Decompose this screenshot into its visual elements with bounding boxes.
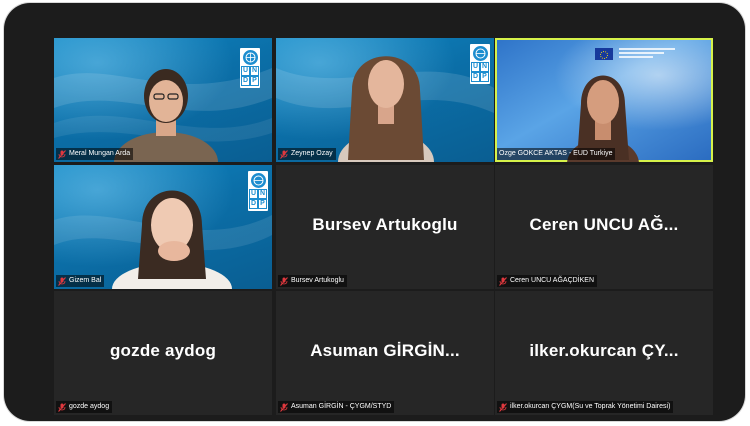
participant-tile-gozde[interactable]: gozde aydog gozde aydog — [54, 291, 272, 415]
participant-tile-ilker[interactable]: ilker.okurcan ÇY... ilker.okurcan ÇYGM(S… — [495, 291, 713, 415]
participant-name-label: Ceren UNCU AĞAÇDİKEN — [497, 275, 598, 287]
muted-microphone-icon — [58, 149, 66, 159]
participant-name-label: Gizem Bal — [56, 275, 105, 287]
participant-name-label: Bursev Artukoglu — [278, 275, 347, 287]
participant-display-name: Ceren UNCU AĞ... — [529, 215, 679, 234]
participant-name-label: Meral Mungan Arda — [56, 148, 134, 160]
meeting-window: UNDP Meral Mungan Arda UNDP Zeynep Ozay … — [4, 3, 745, 421]
participant-video — [112, 190, 232, 289]
participant-video — [114, 69, 218, 162]
participant-display-name: ilker.okurcan ÇY... — [529, 341, 679, 360]
participant-tile-ceren[interactable]: Ceren UNCU AĞ... Ceren UNCU AĞAÇDİKEN — [495, 165, 713, 289]
muted-microphone-icon — [58, 276, 66, 286]
un-emblem-icon — [242, 50, 258, 65]
participant-display-name: gozde aydog — [109, 341, 217, 360]
participant-name-label: Zeynep Ozay — [278, 148, 336, 160]
participant-tile-gizem[interactable]: UNDP Gizem Bal — [54, 165, 272, 289]
participant-name-label: ilker.okurcan ÇYGM(Su ve Toprak Yönetimi… — [497, 401, 674, 413]
participant-display-name: Bursev Artukoglu — [312, 215, 458, 234]
participant-tile-ozge-active-speaker[interactable]: Ozge GOKCE AKTAS - EUD Turkiye — [495, 38, 713, 162]
muted-microphone-icon — [280, 276, 288, 286]
participant-name-label: Asuman GİRGİN - ÇYGM/STYD — [278, 401, 395, 413]
muted-microphone-icon — [499, 402, 507, 412]
participant-tile-bursev[interactable]: Bursev Artukoglu Bursev Artukoglu — [276, 165, 494, 289]
muted-microphone-icon — [280, 402, 288, 412]
undp-logo: UNDP — [240, 48, 260, 88]
muted-microphone-icon — [58, 402, 66, 412]
muted-microphone-icon — [280, 149, 288, 159]
undp-logo: UNDP — [470, 44, 490, 84]
participant-display-name: Asuman GİRGİN... — [310, 341, 460, 360]
eu-flag — [595, 48, 613, 60]
participant-video — [338, 56, 434, 162]
participant-tile-meral[interactable]: UNDP Meral Mungan Arda — [54, 38, 272, 162]
un-emblem-icon — [250, 173, 266, 188]
muted-microphone-icon — [499, 276, 507, 286]
un-emblem-icon — [472, 46, 488, 61]
undp-logo: UNDP — [248, 171, 268, 211]
participant-tile-zeynep[interactable]: UNDP Zeynep Ozay — [276, 38, 494, 162]
participant-name-label: Ozge GOKCE AKTAS - EUD Turkiye — [497, 148, 616, 160]
participant-name-label: gozde aydog — [56, 401, 113, 413]
participant-tile-asuman[interactable]: Asuman GİRGİN... Asuman GİRGİN - ÇYGM/ST… — [276, 291, 494, 415]
background-banner-text — [619, 48, 675, 60]
video-gallery-grid: UNDP Meral Mungan Arda UNDP Zeynep Ozay … — [54, 38, 716, 416]
